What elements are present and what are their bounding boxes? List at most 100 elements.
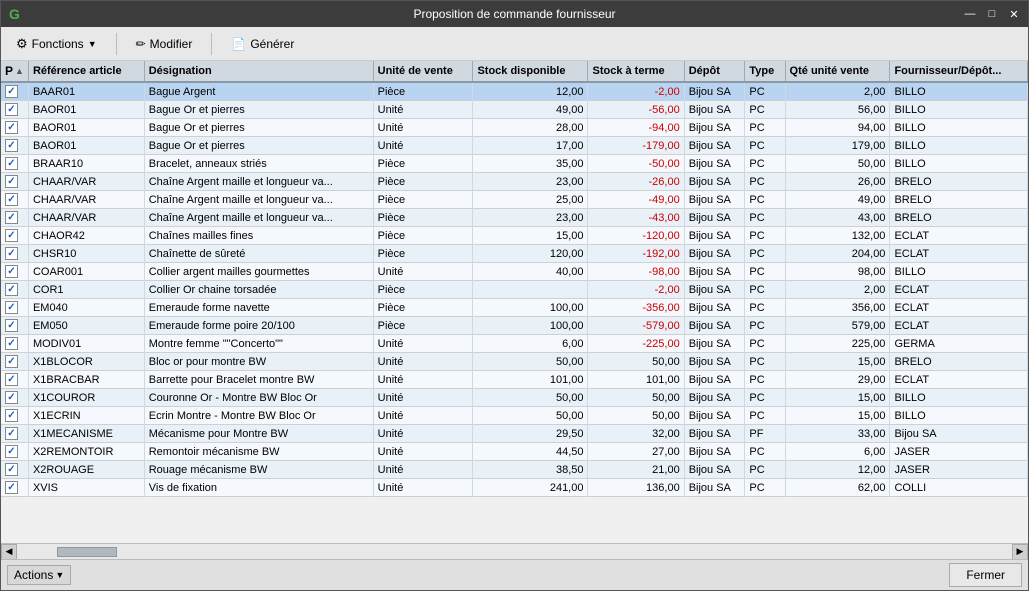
checkbox-cell[interactable]	[1, 119, 28, 137]
table-row[interactable]: MODIV01Montre femme ""Concerto""Unité6,0…	[1, 335, 1028, 353]
table-row[interactable]: CHSR10Chaînette de sûretéPièce120,00-192…	[1, 245, 1028, 263]
checkbox[interactable]	[5, 427, 18, 440]
checkbox-cell[interactable]	[1, 425, 28, 443]
checkbox-cell[interactable]	[1, 443, 28, 461]
table-row[interactable]: XVISVis de fixationUnité241,00136,00Bijo…	[1, 479, 1028, 497]
minimize-button[interactable]: —	[960, 5, 980, 23]
checkbox-cell[interactable]	[1, 371, 28, 389]
unite-cell: Pièce	[373, 299, 473, 317]
col-header-unite[interactable]: Unité de vente	[373, 61, 473, 82]
table-row[interactable]: X1BRACBARBarrette pour Bracelet montre B…	[1, 371, 1028, 389]
checkbox-cell[interactable]	[1, 173, 28, 191]
checkbox-cell[interactable]	[1, 245, 28, 263]
checkbox[interactable]	[5, 463, 18, 476]
checkbox-cell[interactable]	[1, 299, 28, 317]
fermer-button[interactable]: Fermer	[949, 563, 1022, 587]
scroll-right-button[interactable]: ▶	[1012, 544, 1028, 560]
checkbox-cell[interactable]	[1, 227, 28, 245]
table-row[interactable]: COAR001Collier argent mailles gourmettes…	[1, 263, 1028, 281]
checkbox[interactable]	[5, 175, 18, 188]
table-row[interactable]: BAOR01Bague Or et pierresUnité49,00-56,0…	[1, 101, 1028, 119]
table-row[interactable]: CHAAR/VARChaîne Argent maille et longueu…	[1, 209, 1028, 227]
stock-terme-cell: -56,00	[588, 101, 684, 119]
checkbox-cell[interactable]	[1, 82, 28, 101]
checkbox-cell[interactable]	[1, 479, 28, 497]
checkbox[interactable]	[5, 229, 18, 242]
table-row[interactable]: X1BLOCORBloc or pour montre BWUnité50,00…	[1, 353, 1028, 371]
checkbox-cell[interactable]	[1, 209, 28, 227]
table-row[interactable]: X2REMONTOIRRemontoir mécanisme BWUnité44…	[1, 443, 1028, 461]
checkbox[interactable]	[5, 373, 18, 386]
checkbox-cell[interactable]	[1, 191, 28, 209]
scroll-left-button[interactable]: ◀	[1, 544, 17, 560]
generer-button[interactable]: 📄 Générer	[222, 33, 303, 55]
table-row[interactable]: EM050Emeraude forme poire 20/100Pièce100…	[1, 317, 1028, 335]
checkbox[interactable]	[5, 409, 18, 422]
col-header-ref[interactable]: Référence article	[28, 61, 144, 82]
checkbox[interactable]	[5, 391, 18, 404]
checkbox[interactable]	[5, 85, 18, 98]
table-row[interactable]: CHAOR42Chaînes mailles finesPièce15,00-1…	[1, 227, 1028, 245]
col-header-stock-dispo[interactable]: Stock disponible	[473, 61, 588, 82]
table-row[interactable]: X2ROUAGERouage mécanisme BWUnité38,5021,…	[1, 461, 1028, 479]
toolbar-separator-1	[116, 33, 117, 55]
table-row[interactable]: X1MECANISMEMécanisme pour Montre BWUnité…	[1, 425, 1028, 443]
table-row[interactable]: BAOR01Bague Or et pierresUnité28,00-94,0…	[1, 119, 1028, 137]
scrollbar-thumb[interactable]	[57, 547, 117, 557]
checkbox[interactable]	[5, 265, 18, 278]
fournisseur-cell: BILLO	[890, 119, 1028, 137]
checkbox-cell[interactable]	[1, 461, 28, 479]
table-row[interactable]: EM040Emeraude forme navettePièce100,00-3…	[1, 299, 1028, 317]
horizontal-scrollbar[interactable]: ◀ ▶	[1, 543, 1028, 559]
checkbox[interactable]	[5, 355, 18, 368]
checkbox-cell[interactable]	[1, 101, 28, 119]
col-header-type[interactable]: Type	[745, 61, 785, 82]
checkbox-cell[interactable]	[1, 137, 28, 155]
maximize-button[interactable]: □	[982, 5, 1002, 23]
checkbox[interactable]	[5, 445, 18, 458]
table-row[interactable]: CHAAR/VARChaîne Argent maille et longueu…	[1, 191, 1028, 209]
table-row[interactable]: CHAAR/VARChaîne Argent maille et longueu…	[1, 173, 1028, 191]
checkbox[interactable]	[5, 481, 18, 494]
table-row[interactable]: BRAAR10Bracelet, anneaux striésPièce35,0…	[1, 155, 1028, 173]
checkbox[interactable]	[5, 211, 18, 224]
checkbox-cell[interactable]	[1, 353, 28, 371]
table-row[interactable]: COR1Collier Or chaine torsadéePièce-2,00…	[1, 281, 1028, 299]
checkbox[interactable]	[5, 247, 18, 260]
table-row[interactable]: BAAR01Bague ArgentPièce12,00-2,00Bijou S…	[1, 82, 1028, 101]
checkbox-cell[interactable]	[1, 317, 28, 335]
table-row[interactable]: BAOR01Bague Or et pierresUnité17,00-179,…	[1, 137, 1028, 155]
checkbox[interactable]	[5, 337, 18, 350]
col-header-fournisseur[interactable]: Fournisseur/Dépôt...	[890, 61, 1028, 82]
stock-terme-cell: -26,00	[588, 173, 684, 191]
checkbox-cell[interactable]	[1, 263, 28, 281]
checkbox[interactable]	[5, 319, 18, 332]
col-header-depot[interactable]: Dépôt	[684, 61, 745, 82]
actions-button[interactable]: Actions ▼	[7, 565, 71, 585]
checkbox-cell[interactable]	[1, 335, 28, 353]
depot-cell: Bijou SA	[684, 371, 745, 389]
table-container[interactable]: P ▲ Référence article Désignation Unité …	[1, 61, 1028, 543]
col-header-qte[interactable]: Qté unité vente	[785, 61, 890, 82]
checkbox[interactable]	[5, 301, 18, 314]
close-button[interactable]: ✕	[1004, 5, 1024, 23]
checkbox[interactable]	[5, 157, 18, 170]
stock-terme-cell: 50,00	[588, 389, 684, 407]
modifier-button[interactable]: ✏ Modifier	[127, 33, 202, 55]
fonctions-button[interactable]: ⚙ Fonctions ▼	[7, 32, 106, 56]
checkbox-cell[interactable]	[1, 281, 28, 299]
table-row[interactable]: X1COURORCouronne Or - Montre BW Bloc OrU…	[1, 389, 1028, 407]
checkbox[interactable]	[5, 121, 18, 134]
checkbox[interactable]	[5, 283, 18, 296]
col-header-stock-terme[interactable]: Stock à terme	[588, 61, 684, 82]
checkbox[interactable]	[5, 139, 18, 152]
checkbox[interactable]	[5, 193, 18, 206]
checkbox[interactable]	[5, 103, 18, 116]
checkbox-cell[interactable]	[1, 389, 28, 407]
col-header-designation[interactable]: Désignation	[144, 61, 373, 82]
table-row[interactable]: X1ECRINEcrin Montre - Montre BW Bloc OrU…	[1, 407, 1028, 425]
qte-cell: 15,00	[785, 407, 890, 425]
scrollbar-track[interactable]	[17, 544, 1012, 559]
checkbox-cell[interactable]	[1, 155, 28, 173]
checkbox-cell[interactable]	[1, 407, 28, 425]
